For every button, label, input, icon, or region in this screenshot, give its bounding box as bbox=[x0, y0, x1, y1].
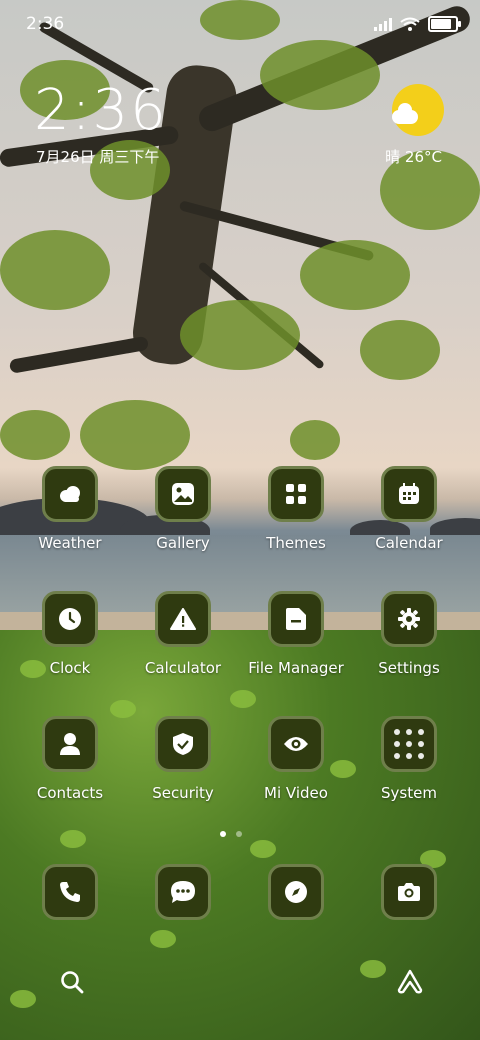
app-contacts[interactable]: Contacts bbox=[15, 716, 125, 802]
app-mi-video[interactable]: Mi Video bbox=[241, 716, 351, 802]
compass-icon bbox=[284, 880, 308, 904]
cloud-icon bbox=[57, 485, 83, 503]
folder-icon bbox=[285, 607, 307, 631]
person-icon bbox=[59, 732, 81, 756]
app-themes[interactable]: Themes bbox=[241, 466, 351, 552]
app-folder-system[interactable]: System bbox=[354, 716, 464, 802]
app-label: Gallery bbox=[156, 534, 210, 552]
warning-triangle-icon bbox=[170, 608, 196, 630]
eye-icon bbox=[283, 735, 309, 753]
search-icon[interactable] bbox=[58, 968, 86, 996]
app-file-manager[interactable]: File Manager bbox=[241, 591, 351, 677]
dock-messages[interactable] bbox=[128, 864, 238, 920]
app-security[interactable]: Security bbox=[128, 716, 238, 802]
status-time: 2:36 bbox=[26, 14, 65, 34]
weather-widget-text: 晴 26°C bbox=[385, 148, 442, 166]
app-label: Calendar bbox=[375, 534, 443, 552]
sun-cloud-icon[interactable] bbox=[392, 84, 444, 136]
app-calendar[interactable]: Calendar bbox=[354, 466, 464, 552]
folder-grid-icon bbox=[389, 724, 429, 764]
app-label: Themes bbox=[266, 534, 326, 552]
app-label: Clock bbox=[49, 659, 91, 677]
signal-icon bbox=[374, 17, 392, 31]
app-gallery[interactable]: Gallery bbox=[128, 466, 238, 552]
dock-camera[interactable] bbox=[354, 864, 464, 920]
calendar-icon bbox=[398, 483, 420, 505]
page-indicator bbox=[220, 831, 242, 837]
battery-icon bbox=[428, 16, 461, 32]
dock-phone[interactable] bbox=[15, 864, 125, 920]
shield-check-icon bbox=[172, 732, 194, 756]
gear-icon bbox=[397, 607, 421, 631]
clock-icon bbox=[58, 607, 82, 631]
app-label: Calculator bbox=[144, 659, 222, 677]
message-icon bbox=[170, 880, 196, 904]
clock-widget-date: 7月26日 周三下午 bbox=[36, 148, 160, 166]
grid-icon bbox=[285, 483, 307, 505]
app-label: Weather bbox=[38, 534, 102, 552]
app-label: File Manager bbox=[248, 659, 344, 677]
app-label: Mi Video bbox=[264, 784, 328, 802]
page-dot-active bbox=[220, 831, 226, 837]
app-clock[interactable]: Clock bbox=[15, 591, 125, 677]
app-label: System bbox=[381, 784, 437, 802]
app-vault-icon[interactable] bbox=[396, 968, 424, 996]
camera-icon bbox=[397, 882, 421, 902]
app-weather[interactable]: Weather bbox=[15, 466, 125, 552]
page-dot bbox=[236, 831, 242, 837]
clock-widget-time[interactable]: 2:36 bbox=[34, 78, 168, 143]
phone-icon bbox=[59, 881, 81, 903]
app-calculator[interactable]: Calculator bbox=[128, 591, 238, 677]
app-settings[interactable]: Settings bbox=[354, 591, 464, 677]
status-bar: 2:36 bbox=[26, 14, 461, 36]
app-label: Contacts bbox=[36, 784, 104, 802]
app-label: Security bbox=[152, 784, 214, 802]
image-icon bbox=[171, 482, 195, 506]
home-screen: 2:36 2:36 7月26日 周三下午 晴 26°C Weather Gall… bbox=[0, 0, 480, 1040]
wifi-icon bbox=[400, 17, 420, 31]
app-label: Settings bbox=[378, 659, 440, 677]
dock-browser[interactable] bbox=[241, 864, 351, 920]
